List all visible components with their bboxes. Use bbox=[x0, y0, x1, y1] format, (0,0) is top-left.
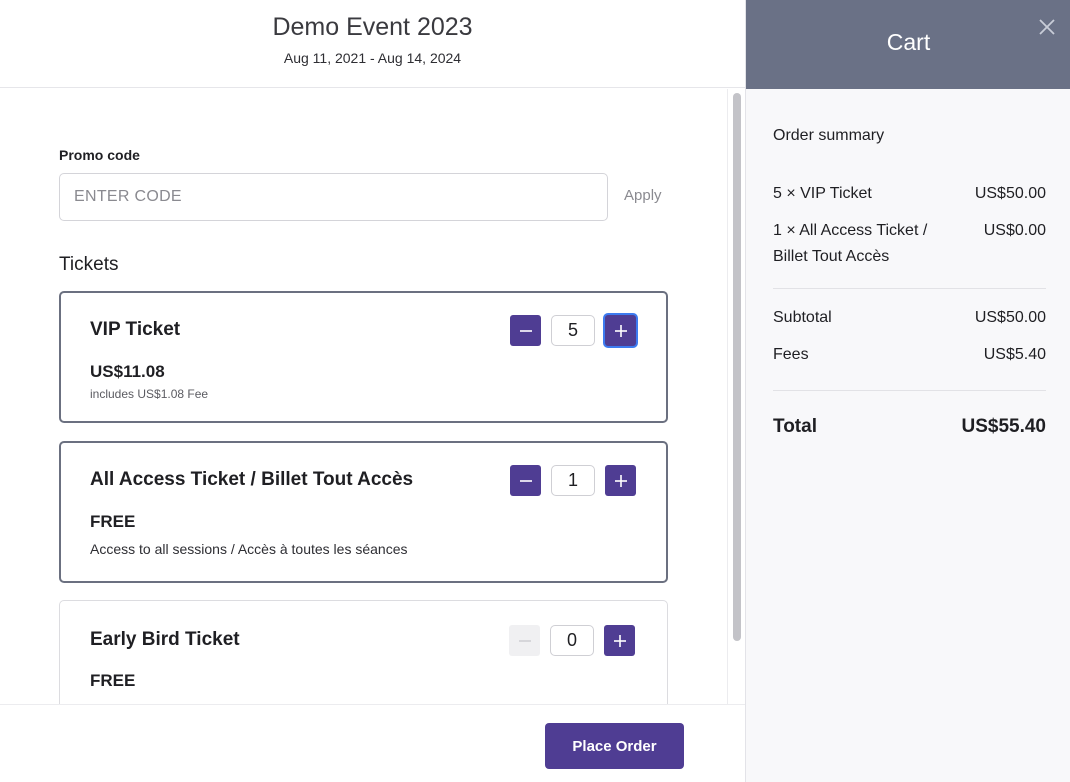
quantity-stepper: 5 bbox=[510, 315, 636, 346]
cart-line-item: 1 × All Access Ticket / Billet Tout Accè… bbox=[773, 218, 1046, 270]
plus-icon bbox=[614, 474, 627, 487]
ticket-name: VIP Ticket bbox=[90, 319, 181, 340]
ticket-fee-note: includes US$1.08 Fee bbox=[90, 387, 209, 401]
ticket-card-vip: VIP Ticket US$11.08 includes US$1.08 Fee… bbox=[59, 291, 668, 423]
ticket-description: Access to all sessions / Accès à toutes … bbox=[90, 541, 408, 557]
increase-quantity-button[interactable] bbox=[605, 315, 636, 346]
summary-divider bbox=[773, 390, 1046, 391]
ticket-card-early-bird: Early Bird Ticket FREE 0 bbox=[59, 600, 668, 704]
ticket-card-all-access: All Access Ticket / Billet Tout Accès FR… bbox=[59, 441, 668, 583]
promo-code-label: Promo code bbox=[59, 147, 140, 163]
quantity-value: 0 bbox=[550, 625, 594, 656]
event-dates: Aug 11, 2021 - Aug 14, 2024 bbox=[283, 50, 462, 66]
cart-line-item: 5 × VIP Ticket US$50.00 bbox=[773, 181, 1046, 207]
subtotal-amount: US$50.00 bbox=[974, 309, 1046, 326]
subtotal-row: Subtotal US$50.00 bbox=[773, 305, 1046, 331]
quantity-stepper: 1 bbox=[510, 465, 636, 496]
tickets-heading: Tickets bbox=[59, 254, 119, 275]
decrease-quantity-button[interactable] bbox=[510, 465, 541, 496]
minus-icon bbox=[519, 479, 532, 482]
order-footer: Place Order bbox=[0, 704, 745, 782]
quantity-value: 5 bbox=[551, 315, 595, 346]
ticket-price: FREE bbox=[90, 671, 136, 690]
line-item-label: 5 × VIP Ticket bbox=[773, 185, 872, 202]
ticket-price: US$11.08 bbox=[90, 362, 165, 381]
quantity-value: 1 bbox=[551, 465, 595, 496]
minus-icon bbox=[519, 329, 532, 332]
line-item-amount: US$50.00 bbox=[974, 185, 1046, 202]
line-item-amount: US$0.00 bbox=[983, 222, 1046, 239]
quantity-stepper: 0 bbox=[509, 625, 635, 656]
minus-icon bbox=[518, 639, 531, 642]
cart-title: Cart bbox=[886, 29, 931, 55]
place-order-button[interactable]: Place Order bbox=[545, 723, 684, 769]
ticket-name: All Access Ticket / Billet Tout Accès bbox=[90, 469, 414, 490]
line-item-label-line: Billet Tout Accès bbox=[773, 248, 890, 265]
promo-code-input[interactable] bbox=[59, 173, 608, 221]
fees-amount: US$5.40 bbox=[983, 346, 1046, 363]
checkout-page: Demo Event 2023 Aug 11, 2021 - Aug 14, 2… bbox=[0, 0, 1070, 782]
ticket-scroll-area[interactable]: Promo code Apply Tickets VIP Ticket US$1… bbox=[0, 89, 745, 704]
decrease-quantity-button[interactable] bbox=[509, 625, 540, 656]
fees-row: Fees US$5.40 bbox=[773, 342, 1046, 368]
increase-quantity-button[interactable] bbox=[604, 625, 635, 656]
cart-header: Cart bbox=[746, 0, 1070, 89]
order-summary-heading: Order summary bbox=[773, 127, 885, 144]
ticket-selection-panel: Demo Event 2023 Aug 11, 2021 - Aug 14, 2… bbox=[0, 0, 745, 782]
close-icon bbox=[1039, 19, 1055, 35]
line-item-label: 1 × All Access Ticket / Billet Tout Accè… bbox=[773, 218, 927, 270]
plus-icon bbox=[614, 324, 627, 337]
subtotal-label: Subtotal bbox=[773, 309, 832, 326]
total-label: Total bbox=[773, 416, 817, 437]
total-amount: US$55.40 bbox=[961, 416, 1046, 437]
scrollbar-thumb[interactable] bbox=[733, 93, 741, 641]
cart-panel: Cart Order summary 5 × VIP Ticket US$50.… bbox=[745, 0, 1070, 782]
event-title: Demo Event 2023 bbox=[272, 13, 473, 41]
line-item-label-line: 1 × All Access Ticket / bbox=[773, 222, 928, 239]
plus-icon bbox=[613, 634, 626, 647]
ticket-price: FREE bbox=[90, 512, 136, 531]
event-header: Demo Event 2023 Aug 11, 2021 - Aug 14, 2… bbox=[0, 0, 745, 88]
close-cart-button[interactable] bbox=[1036, 17, 1058, 39]
apply-promo-button[interactable]: Apply bbox=[624, 187, 662, 204]
fees-label: Fees bbox=[773, 346, 809, 363]
decrease-quantity-button[interactable] bbox=[510, 315, 541, 346]
ticket-name: Early Bird Ticket bbox=[90, 629, 240, 650]
increase-quantity-button[interactable] bbox=[605, 465, 636, 496]
summary-divider bbox=[773, 288, 1046, 289]
